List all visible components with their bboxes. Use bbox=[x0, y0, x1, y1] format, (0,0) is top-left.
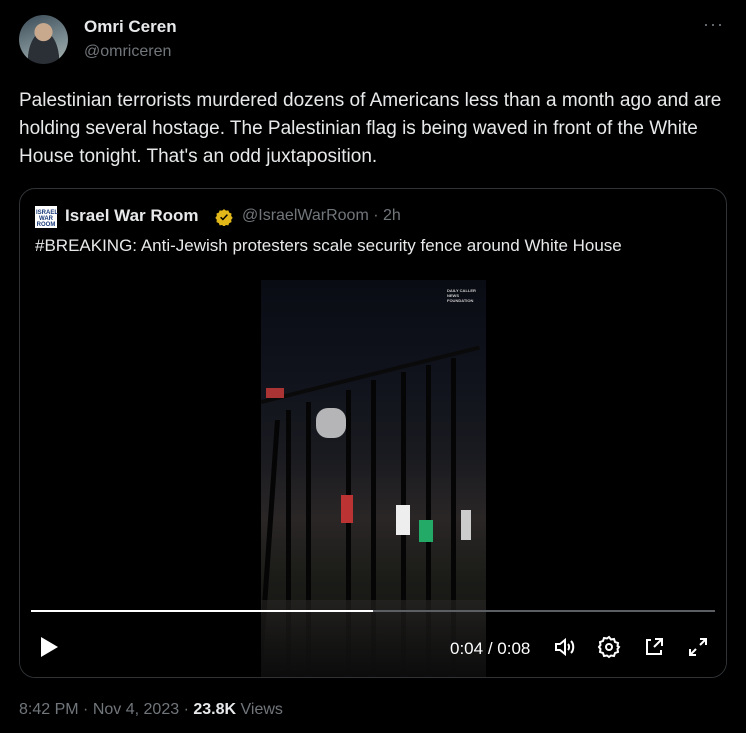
tweet-date[interactable]: Nov 4, 2023 bbox=[93, 701, 179, 718]
volume-icon[interactable] bbox=[552, 635, 576, 659]
author-handle[interactable]: @omriceren bbox=[84, 43, 171, 61]
video-current-time: 0:04 bbox=[450, 639, 484, 658]
quoted-avatar-logo[interactable]: ISRAEL WAR ROOM bbox=[35, 206, 58, 228]
tweet-text: Palestinian terrorists murdered dozens o… bbox=[19, 90, 722, 167]
footer-dot: · bbox=[183, 701, 189, 718]
video-watermark: DAILY CALLER NEWS FOUNDATION bbox=[447, 288, 476, 303]
fullscreen-icon[interactable] bbox=[686, 635, 710, 659]
video-time: 0:04 / 0:08 bbox=[450, 639, 530, 659]
author-name[interactable]: Omri Ceren bbox=[84, 17, 177, 37]
video-duration: 0:08 bbox=[497, 639, 531, 658]
quoted-text: #BREAKING: Anti-Jewish protesters scale … bbox=[35, 236, 622, 255]
video-frame[interactable]: DAILY CALLER NEWS FOUNDATION bbox=[261, 280, 486, 677]
meta-separator: · bbox=[373, 207, 379, 224]
video-player[interactable]: DAILY CALLER NEWS FOUNDATION 0:04 / 0:08 bbox=[20, 267, 726, 677]
video-progress-bar[interactable] bbox=[31, 610, 715, 612]
quoted-author-name[interactable]: Israel War Room bbox=[65, 206, 199, 226]
settings-gear-icon[interactable] bbox=[597, 635, 621, 659]
views-count: 23.8K bbox=[193, 701, 237, 718]
quoted-meta: @IsraelWarRoom · 2h bbox=[242, 207, 401, 225]
video-progress-fill bbox=[31, 610, 373, 612]
video-controls: 0:04 / 0:08 bbox=[20, 629, 726, 669]
quoted-tweet[interactable]: ISRAEL WAR ROOM Israel War Room @IsraelW… bbox=[19, 188, 727, 678]
quoted-time[interactable]: 2h bbox=[383, 207, 401, 224]
tweet-footer: 8:42 PM · Nov 4, 2023 · 23.8K Views bbox=[19, 701, 283, 719]
time-separator: / bbox=[487, 639, 493, 658]
picture-in-picture-icon[interactable] bbox=[642, 635, 666, 659]
quoted-handle[interactable]: @IsraelWarRoom bbox=[242, 207, 369, 224]
tweet-time[interactable]: 8:42 PM bbox=[19, 701, 79, 718]
play-icon[interactable] bbox=[38, 635, 60, 659]
footer-dot: · bbox=[83, 701, 89, 718]
verified-gold-badge-icon bbox=[215, 209, 233, 226]
views-label: Views bbox=[240, 701, 283, 718]
more-horizontal-icon[interactable]: ··· bbox=[703, 14, 724, 35]
author-avatar[interactable] bbox=[19, 15, 68, 64]
